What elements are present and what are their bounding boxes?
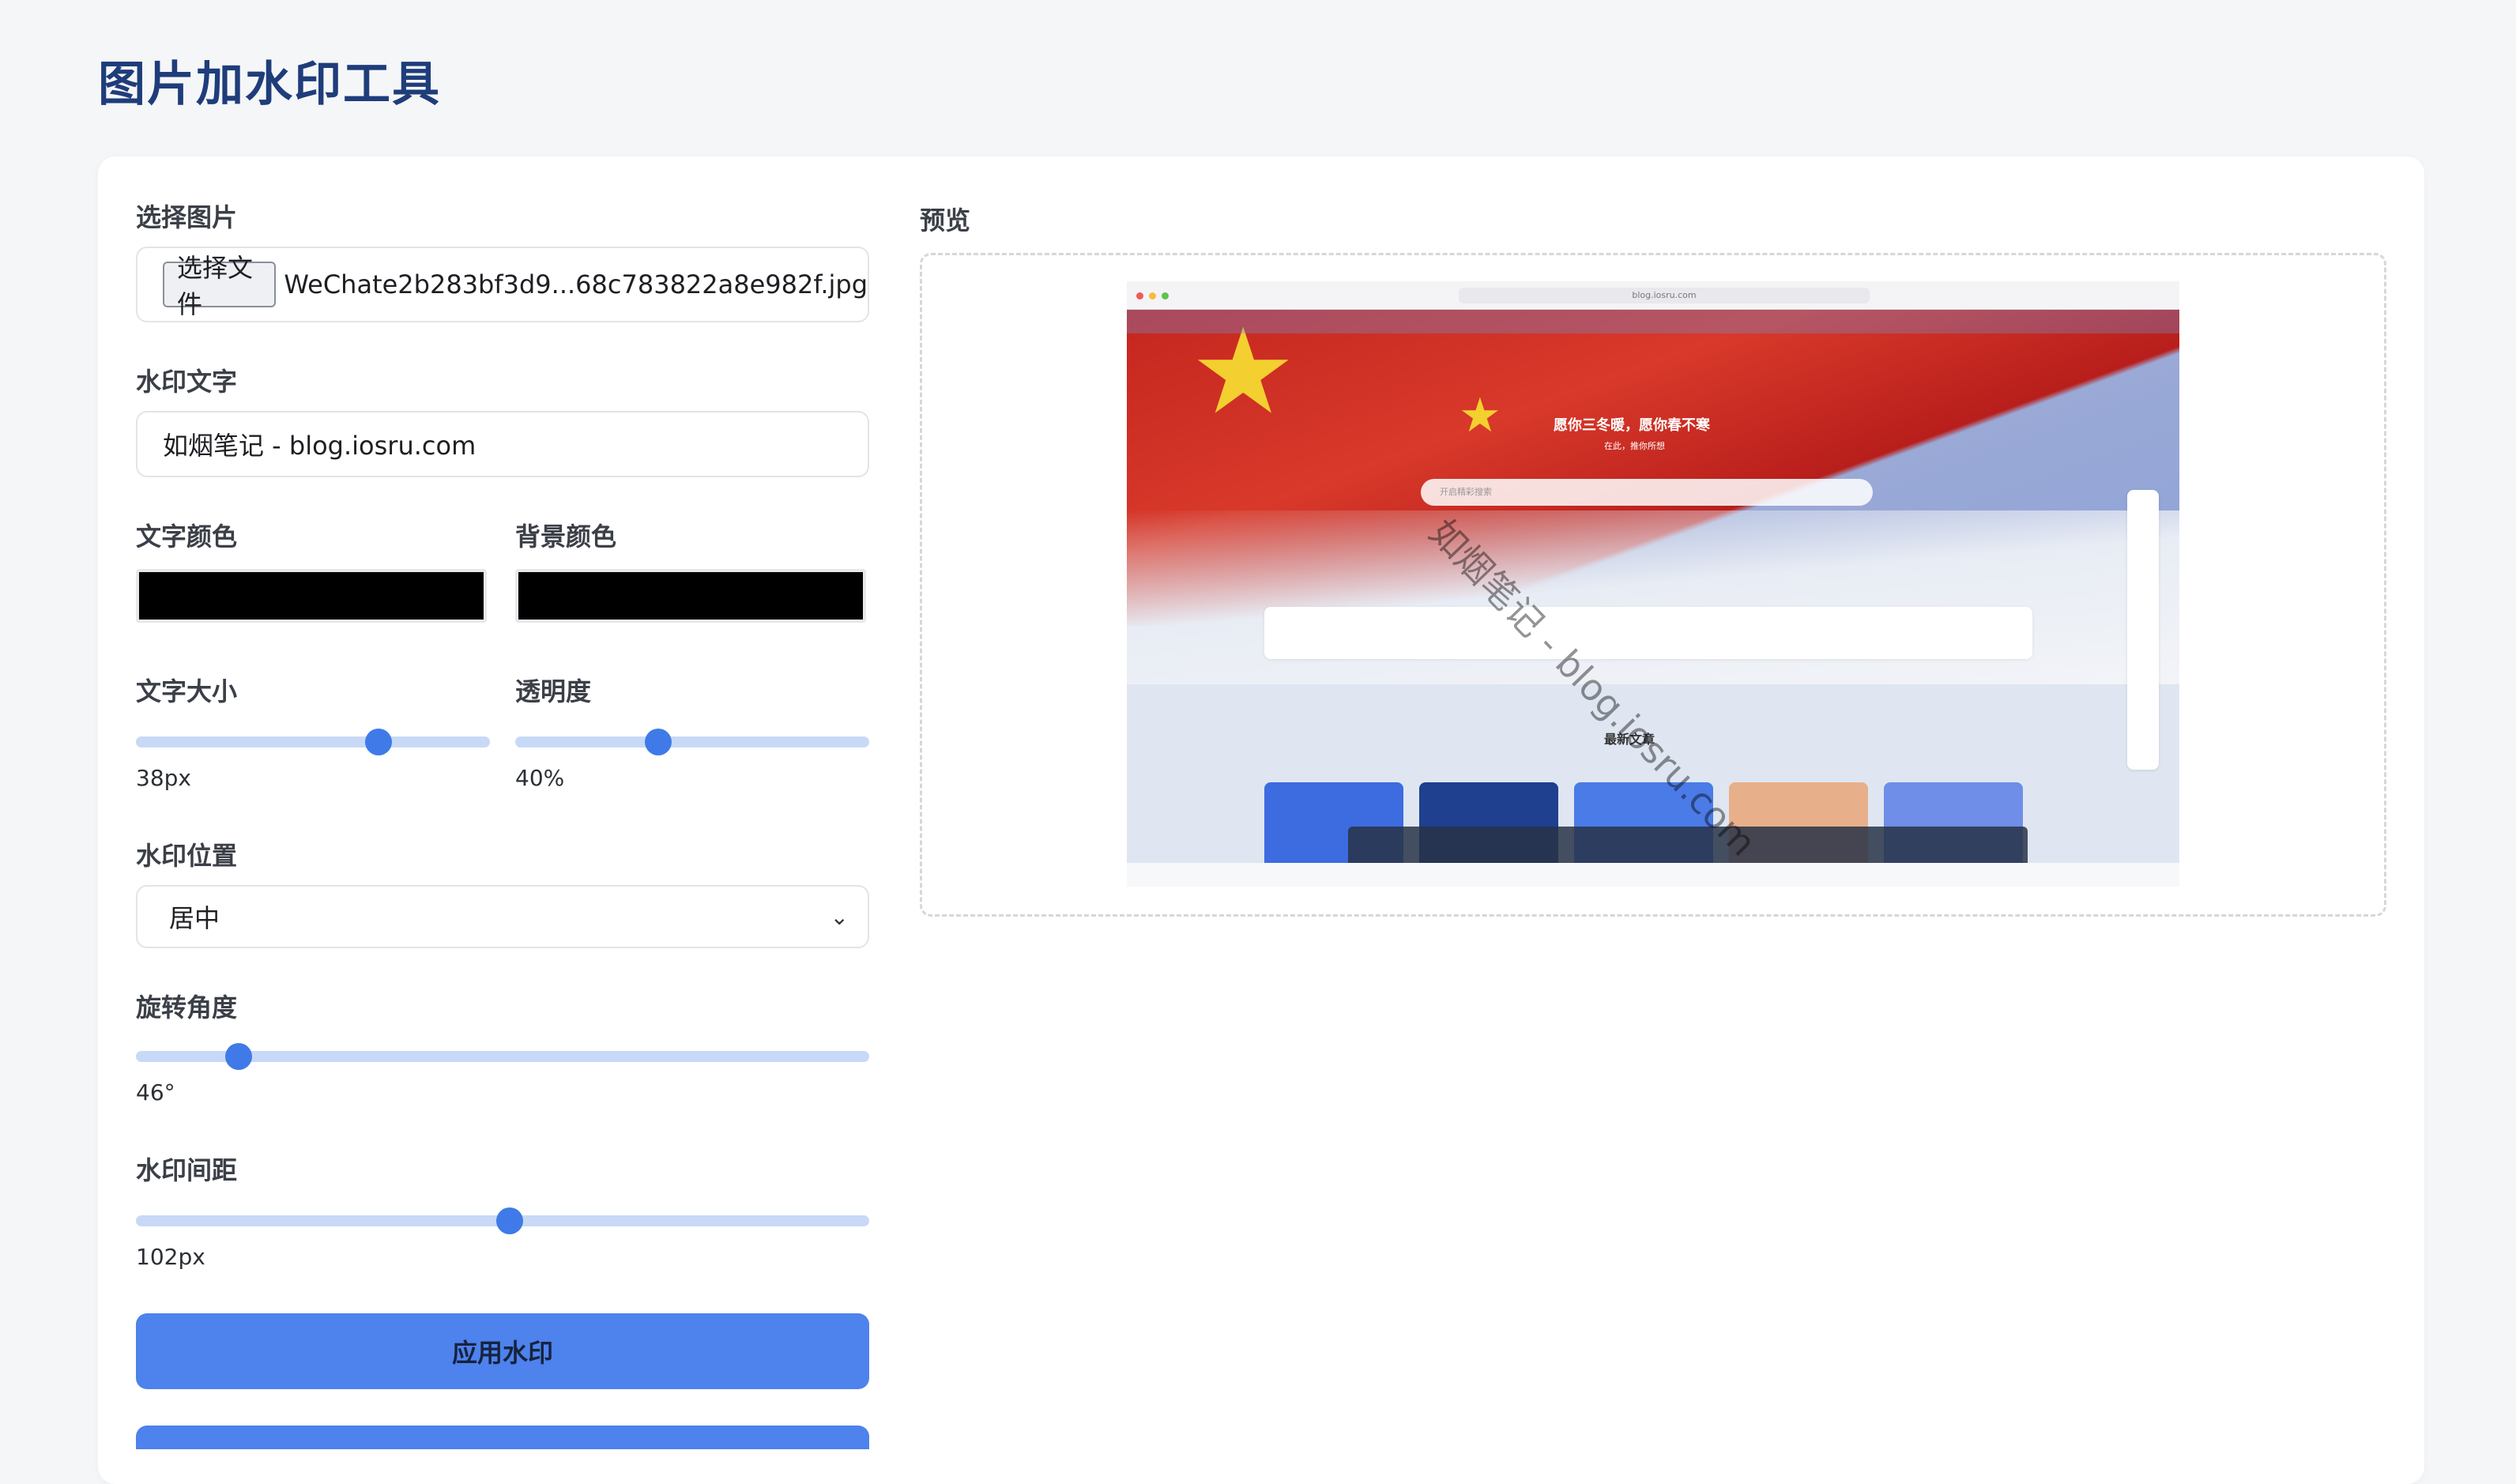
- minimize-dot-icon: [1149, 292, 1156, 299]
- site-footer: [1127, 863, 2179, 887]
- spacing-value: 102px: [136, 1244, 205, 1270]
- rotation-value: 46°: [136, 1079, 175, 1105]
- browser-toolbar: blog.iosru.com: [1127, 281, 2179, 310]
- site-navbar: [1127, 310, 2179, 333]
- small-star-icon: ★: [1459, 388, 1501, 443]
- slider-thumb[interactable]: [645, 729, 672, 755]
- watermark-text-input[interactable]: [136, 411, 869, 477]
- slider-thumb[interactable]: [224, 1043, 252, 1070]
- font-size-slider[interactable]: [136, 724, 490, 759]
- hero-title: 愿你三冬暖，愿你春不寒: [1554, 417, 1710, 434]
- slider-track: [136, 736, 490, 748]
- file-label: 选择图片: [136, 202, 238, 232]
- close-dot-icon: [1136, 292, 1143, 299]
- secondary-button[interactable]: [136, 1426, 869, 1449]
- font-size-value: 38px: [136, 765, 191, 791]
- file-input[interactable]: 选择文件 WeChate2b283bf3d9...68c783822a8e982…: [136, 247, 869, 322]
- preview-image: ★ ★ blog.iosru.com 愿你三冬暖，愿你春不寒 在此，推你所想 开…: [1127, 281, 2179, 887]
- browser-url: blog.iosru.com: [1459, 288, 1870, 303]
- side-toolbar: [2127, 490, 2159, 770]
- site-search: 开启精彩搜索: [1421, 479, 1873, 506]
- background-color-label: 背景颜色: [515, 522, 617, 552]
- opacity-value: 40%: [515, 765, 565, 791]
- rotation-label: 旋转角度: [136, 992, 238, 1023]
- rotation-slider[interactable]: [136, 1038, 869, 1073]
- slider-thumb[interactable]: [496, 1207, 524, 1234]
- position-label: 水印位置: [136, 841, 238, 871]
- slider-thumb[interactable]: [364, 729, 392, 755]
- hero-subtitle: 在此，推你所想: [1604, 441, 1665, 451]
- preview-label: 预览: [920, 205, 971, 235]
- text-color-label: 文字颜色: [136, 522, 238, 552]
- position-selected-value: 居中: [169, 903, 220, 933]
- position-select[interactable]: 居中 ⌄: [136, 885, 869, 948]
- background-color-picker[interactable]: [515, 569, 866, 623]
- spacing-slider[interactable]: [136, 1203, 869, 1237]
- page-title: 图片加水印工具: [98, 57, 441, 112]
- text-color-picker[interactable]: [136, 569, 487, 623]
- choose-file-button[interactable]: 选择文件: [163, 253, 277, 319]
- font-size-label: 文字大小: [136, 676, 238, 706]
- opacity-slider[interactable]: [515, 724, 869, 759]
- apply-watermark-button[interactable]: 应用水印: [136, 1313, 869, 1389]
- maximize-dot-icon: [1162, 292, 1169, 299]
- spacing-label: 水印间距: [136, 1155, 238, 1185]
- opacity-label: 透明度: [515, 676, 592, 706]
- feature-strip: [1264, 607, 2032, 659]
- slider-track: [515, 736, 869, 748]
- file-name: WeChate2b283bf3d9...68c783822a8e982f.jpg: [284, 269, 868, 299]
- watermark-text-label: 水印文字: [136, 367, 238, 397]
- chevron-down-icon: ⌄: [830, 903, 849, 930]
